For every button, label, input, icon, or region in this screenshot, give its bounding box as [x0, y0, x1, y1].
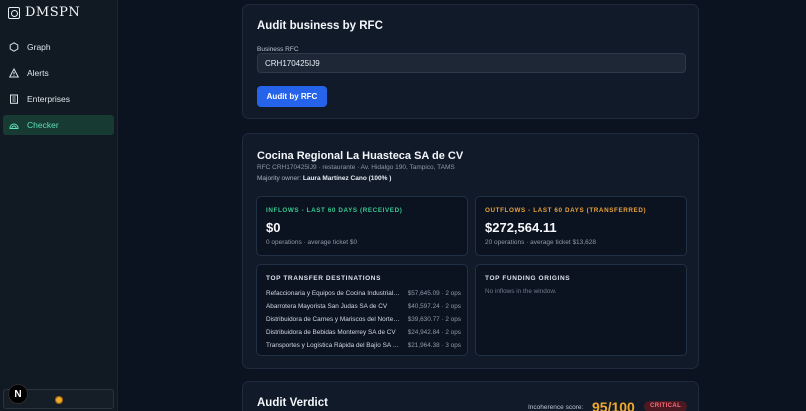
list-item[interactable]: Abarrotera Mayorista San Judas SA de CV $… [266, 300, 461, 313]
transfer-destinations-list: Refaccionaria y Equipos de Cocina Indust… [266, 287, 461, 352]
destination-value: $39,630.77 · 2 ops [407, 316, 461, 323]
sidebar-nav: Graph Alerts Enterprises Checker [3, 37, 114, 141]
main-content: Audit business by RFC Business RFC Audit… [118, 0, 806, 411]
audit-form-card: Audit business by RFC Business RFC Audit… [242, 4, 699, 119]
destination-name: Distribuidora de Carnes y Mariscos del N… [266, 316, 400, 323]
radar-icon [9, 123, 19, 129]
rfc-input[interactable] [257, 53, 686, 73]
transfer-destinations-panel: TOP TRANSFER DESTINATIONS Refaccionaria … [256, 264, 468, 356]
destination-name: Refaccionaria y Equipos de Cocina Indust… [266, 290, 400, 297]
avatar[interactable]: N [8, 384, 28, 404]
brand[interactable]: DMSPN [8, 5, 80, 20]
audit-by-rfc-button[interactable]: Audit by RFC [257, 86, 327, 107]
majority-owner: Majority owner: Laura Martínez Cano (100… [257, 175, 391, 182]
inflows-label: INFLOWS - LAST 60 DAYS (RECEIVED) [266, 207, 403, 214]
sidebar-item-label: Enterprises [27, 94, 70, 104]
app-logo-icon [8, 6, 20, 19]
list-item[interactable]: Distribuidora de Carnes y Mariscos del N… [266, 313, 461, 326]
list-item[interactable]: Distribuidora de Bebidas Monterrey SA de… [266, 326, 461, 339]
funding-origins-header: TOP FUNDING ORIGINS [485, 275, 571, 282]
funding-empty-state: No inflows in the window. [485, 288, 557, 295]
sidebar-item-label: Checker [27, 120, 59, 130]
sidebar-item-graph[interactable]: Graph [3, 37, 114, 57]
transfer-destinations-header: TOP TRANSFER DESTINATIONS [266, 275, 382, 282]
incoherence-score: 95/100 [592, 399, 635, 411]
sun-icon [55, 396, 63, 404]
sidebar-item-label: Graph [27, 42, 51, 52]
outflows-summary: 20 operations · average ticket $13,628 [485, 239, 596, 246]
destination-name: Abarrotera Mayorista San Judas SA de CV [266, 303, 388, 310]
sidebar-item-enterprises[interactable]: Enterprises [3, 89, 114, 109]
status-badge: CRITICAL [644, 401, 688, 411]
destination-value: $40,597.24 · 2 ops [407, 303, 461, 310]
funding-origins-panel: TOP FUNDING ORIGINS No inflows in the wi… [475, 264, 687, 356]
outflows-amount: $272,564.11 [485, 220, 557, 235]
destination-name: Transportes y Logística Rápida del Bajío… [266, 342, 400, 349]
destination-value: $57,645.09 · 2 ops [407, 290, 461, 297]
rfc-field-label: Business RFC [257, 46, 299, 53]
hexagon-icon [9, 42, 19, 52]
owner-prefix: Majority owner: [257, 175, 303, 182]
audit-verdict-title: Audit Verdict [257, 397, 328, 409]
owner-name: Laura Martínez Cano (100% ) [302, 175, 392, 182]
inflows-summary: 0 operations · average ticket $0 [266, 239, 358, 246]
destination-name: Distribuidora de Bebidas Monterrey SA de… [266, 329, 396, 336]
incoherence-score-label: Incoherence score: [528, 404, 584, 411]
sidebar-item-alerts[interactable]: Alerts [3, 63, 114, 83]
destination-value: $21,964.38 · 3 ops [407, 342, 461, 349]
app-name: DMSPN [25, 5, 81, 20]
list-item[interactable]: Transportes y Logística Rápida del Bajío… [266, 339, 461, 352]
list-item[interactable]: Refaccionaria y Equipos de Cocina Indust… [266, 287, 461, 300]
business-meta: RFC CRH170425IJ9 · restaurante · Av. Hid… [257, 164, 455, 171]
sidebar-item-label: Alerts [27, 68, 49, 78]
inflows-panel: INFLOWS - LAST 60 DAYS (RECEIVED) $0 0 o… [256, 196, 468, 256]
sidebar-item-checker[interactable]: Checker [3, 115, 114, 135]
outflows-panel: OUTFLOWS - LAST 60 DAYS (TRANSFERRED) $2… [475, 196, 687, 256]
outflows-label: OUTFLOWS - LAST 60 DAYS (TRANSFERRED) [485, 207, 647, 214]
business-name: Cocina Regional La Huasteca SA de CV [257, 150, 464, 162]
warning-triangle-icon [9, 68, 19, 78]
inflows-amount: $0 [266, 220, 281, 235]
business-summary-card: Cocina Regional La Huasteca SA de CV RFC… [242, 133, 699, 369]
building-icon [10, 94, 18, 104]
destination-value: $24,942.84 · 2 ops [407, 329, 461, 336]
sidebar: DMSPN Graph Alerts Enterprises Checker N [0, 0, 118, 411]
audit-form-title: Audit business by RFC [257, 20, 383, 32]
audit-verdict-card: Audit Verdict Incoherence score: 95/100 … [242, 381, 699, 411]
